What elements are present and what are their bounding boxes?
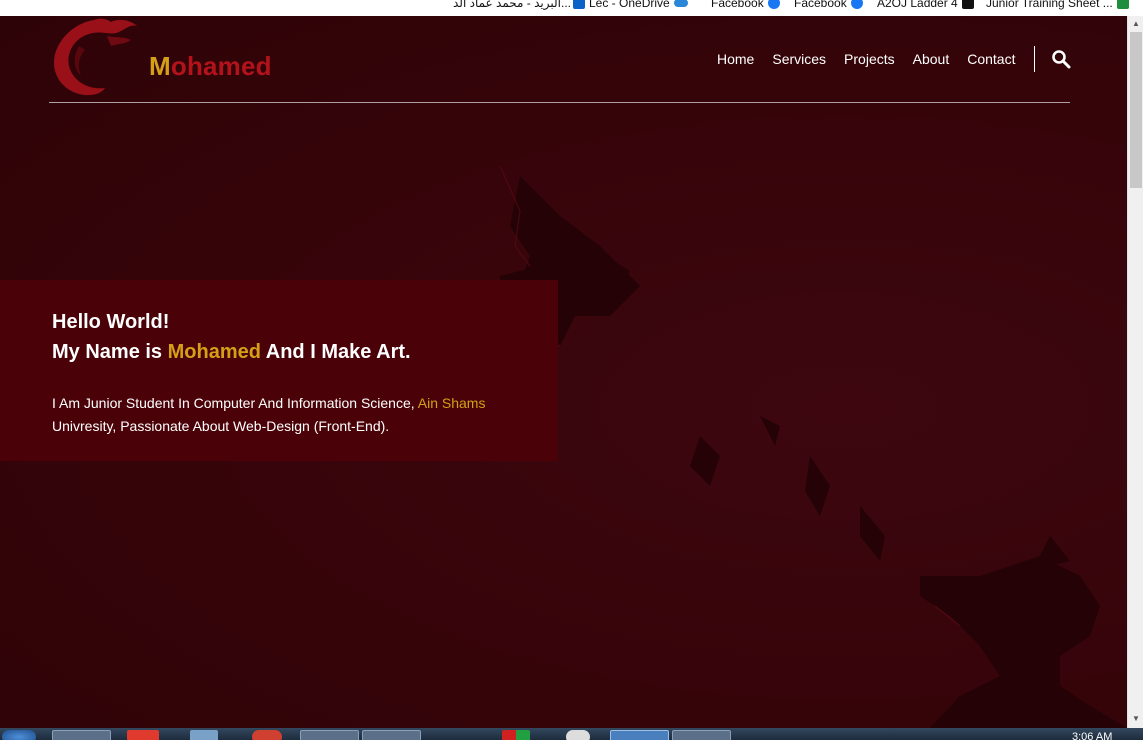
page-scrollbar[interactable]: ▲ ▼	[1127, 16, 1143, 728]
nav-divider	[1034, 46, 1035, 72]
site-brand[interactable]: Mohamed	[149, 51, 272, 82]
bookmark-label: Junior Training Sheet ...	[986, 0, 1113, 10]
hero-headline-prefix: My Name is	[52, 341, 168, 363]
outlook-icon	[573, 0, 585, 9]
nav-services[interactable]: Services	[772, 51, 826, 67]
taskbar-app-red-icon[interactable]	[127, 730, 159, 740]
hero-intro-box: Hello World! My Name is Mohamed And I Ma…	[0, 280, 558, 461]
bookmarks-bar: البريد - محمد عماد الد... Lec - OneDrive…	[0, 0, 1143, 17]
bookmark-label: Lec - OneDrive	[589, 0, 670, 10]
hero-description: I Am Junior Student In Computer And Info…	[52, 392, 522, 438]
sheets-icon	[1116, 0, 1129, 9]
main-nav: Home Services Projects About Contact	[717, 51, 1033, 67]
brand-rest: ohamed	[170, 51, 272, 81]
bookmark-onedrive[interactable]: Lec - OneDrive	[573, 0, 688, 11]
facebook-icon	[850, 0, 863, 9]
nav-contact[interactable]: Contact	[967, 51, 1015, 67]
hero-desc-prefix: I Am Junior Student In Computer And Info…	[52, 395, 418, 411]
taskbar-chrome-icon[interactable]	[252, 730, 282, 740]
scrollbar-thumb[interactable]	[1130, 32, 1142, 188]
bookmark-label: البريد - محمد عماد الد...	[453, 0, 572, 10]
start-button-icon[interactable]	[2, 730, 36, 740]
taskbar-app-round-icon[interactable]	[566, 730, 590, 740]
bookmark-facebook-1[interactable]: Facebook	[711, 0, 780, 11]
taskbar-explorer-icon[interactable]	[52, 730, 111, 740]
bookmark-junior-sheet[interactable]: Junior Training Sheet ...	[986, 0, 1129, 11]
taskbar-app-tiles-icon[interactable]	[502, 730, 530, 740]
bookmark-mail[interactable]: البريد - محمد عماد الد...	[453, 0, 571, 11]
dragon-logo-icon[interactable]	[49, 16, 139, 96]
search-icon[interactable]	[1051, 49, 1071, 69]
bookmark-label: A2OJ Ladder 4	[877, 0, 958, 10]
scroll-up-arrow-icon[interactable]: ▲	[1131, 19, 1141, 29]
site-header: Mohamed Home Services Projects About Con…	[49, 16, 1071, 103]
facebook-icon	[767, 0, 780, 9]
hero-name: Mohamed	[167, 341, 261, 363]
nav-projects[interactable]: Projects	[844, 51, 895, 67]
nav-home[interactable]: Home	[717, 51, 754, 67]
taskbar-clock[interactable]: 3:06 AM	[1072, 731, 1112, 740]
bookmark-label: Facebook	[711, 0, 764, 10]
taskbar-app-icon[interactable]	[300, 730, 359, 740]
page-viewport: Mohamed Home Services Projects About Con…	[0, 16, 1127, 728]
taskbar-app-blue-icon[interactable]	[190, 730, 218, 740]
taskbar-folder-icon[interactable]	[362, 730, 421, 740]
bookmark-a2oj[interactable]: A2OJ Ladder 4	[877, 0, 974, 11]
hero-desc-university: Ain Shams	[417, 395, 486, 411]
a2oj-icon	[961, 0, 974, 9]
hero-greeting: Hello World!	[52, 311, 170, 333]
onedrive-cloud-icon	[673, 0, 688, 7]
hero-headline: My Name is Mohamed And I Make Art.	[52, 341, 411, 364]
windows-taskbar: 3:06 AM	[0, 728, 1143, 740]
brand-initial: M	[149, 51, 171, 81]
taskbar-vscode-icon[interactable]	[610, 730, 669, 740]
bookmark-label: Facebook	[794, 0, 847, 10]
hero-headline-suffix: And I Make Art.	[260, 341, 411, 363]
scroll-down-arrow-icon[interactable]: ▼	[1131, 714, 1141, 724]
taskbar-app-window-icon[interactable]	[672, 730, 731, 740]
hero-desc-suffix: Univresity, Passionate About Web-Design …	[52, 418, 390, 434]
nav-about[interactable]: About	[913, 51, 950, 67]
bookmark-facebook-2[interactable]: Facebook	[794, 0, 863, 11]
